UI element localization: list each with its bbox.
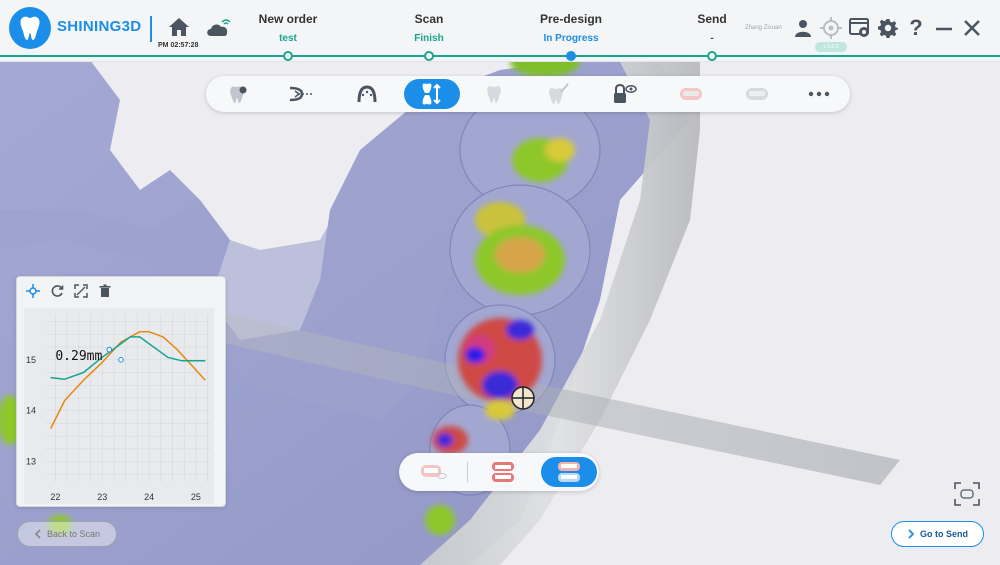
step-dot-scan[interactable] [424,51,434,61]
window-share-icon[interactable] [849,18,871,38]
x-tick-label: 23 [97,492,107,502]
step-title: Scan [414,12,444,26]
upper-jaw-view-icon[interactable] [405,457,461,487]
step-title: Pre-design [539,12,602,26]
y-tick-label: 13 [26,457,36,467]
top-bar: SHINING3D PM 02:57:28 New order test Sca… [0,0,1000,62]
gear-icon[interactable] [877,17,899,39]
fit-view-icon[interactable] [953,480,981,508]
user-icon[interactable] [793,18,813,38]
step-status: In Progress [543,33,599,44]
refresh-icon[interactable] [50,284,64,298]
step-new-order: New order test [228,12,348,44]
back-to-scan-button[interactable]: Back to Scan [17,521,117,547]
chevron-right-icon [908,529,915,539]
step-status: Finish [414,33,444,44]
more-icon[interactable] [791,79,847,109]
y-tick-label: 15 [26,355,36,365]
view-switcher-divider [467,462,468,482]
clock: PM 02:57:28 [158,42,199,49]
measurement-label: 0.29mm [55,349,102,364]
go-to-send-button[interactable]: Go to Send [891,521,984,547]
trim-cut-icon[interactable] [273,79,329,109]
series-line-0 [50,331,206,429]
view-switcher [399,453,599,491]
design-toolbar [206,76,850,112]
step-title: New order [258,12,318,26]
minimize-icon[interactable] [934,18,954,38]
tooth-marker-icon[interactable] [210,79,266,109]
step-dot-new-order[interactable] [283,51,293,61]
tooth-brush-disabled-icon[interactable] [530,79,586,109]
step-scan: Scan Finish [369,12,489,44]
both-jaws-view-icon[interactable] [475,457,531,487]
profile-chart-svg: 13 14 15 22 23 24 25 0.29mm [26,314,210,502]
step-status: test [279,33,297,44]
move-icon[interactable] [26,284,40,298]
tooth-logo-icon [9,7,51,49]
trash-icon[interactable] [98,284,112,298]
step-dot-pre-design[interactable] [566,51,576,61]
x-tick-label: 24 [144,492,154,502]
go-to-send-label: Go to Send [920,529,968,539]
lower-jaw-disabled-icon[interactable] [729,79,785,109]
y-tick-label: 14 [26,406,36,416]
version-badge: v 1.0.0 [815,42,847,52]
help-icon[interactable]: ? [906,15,926,40]
x-tick-label: 25 [191,492,201,502]
back-to-scan-label: Back to Scan [46,529,101,539]
brand-name: SHINING3D [57,18,142,35]
home-icon[interactable] [168,16,190,38]
lower-jaw-view-icon[interactable] [541,457,597,487]
chevron-left-icon [34,529,41,539]
step-title: Send [697,12,727,26]
target-icon[interactable] [820,17,842,39]
section-profile-panel: 13 14 15 22 23 24 25 0.29mm [16,276,226,507]
measure-point [106,346,113,353]
expand-icon[interactable] [74,284,88,298]
upper-jaw-disabled-icon[interactable] [663,79,719,109]
username: Zhang Zixuan [745,25,782,31]
section-marker[interactable] [511,386,535,410]
step-dot-send[interactable] [707,51,717,61]
measure-point [118,357,124,363]
occlusion-clearance-icon[interactable] [404,79,460,109]
lock-eye-icon[interactable] [596,79,652,109]
profile-chart[interactable]: 13 14 15 22 23 24 25 0.29mm [24,308,214,504]
arch-icon[interactable] [339,79,395,109]
progress-line [0,55,1000,57]
step-pre-design: Pre-design In Progress [511,12,631,44]
step-status: - [710,33,714,44]
brand-separator [150,16,152,42]
close-icon[interactable] [962,18,982,38]
tooth-disabled-icon[interactable] [466,79,522,109]
x-tick-label: 22 [50,492,60,502]
